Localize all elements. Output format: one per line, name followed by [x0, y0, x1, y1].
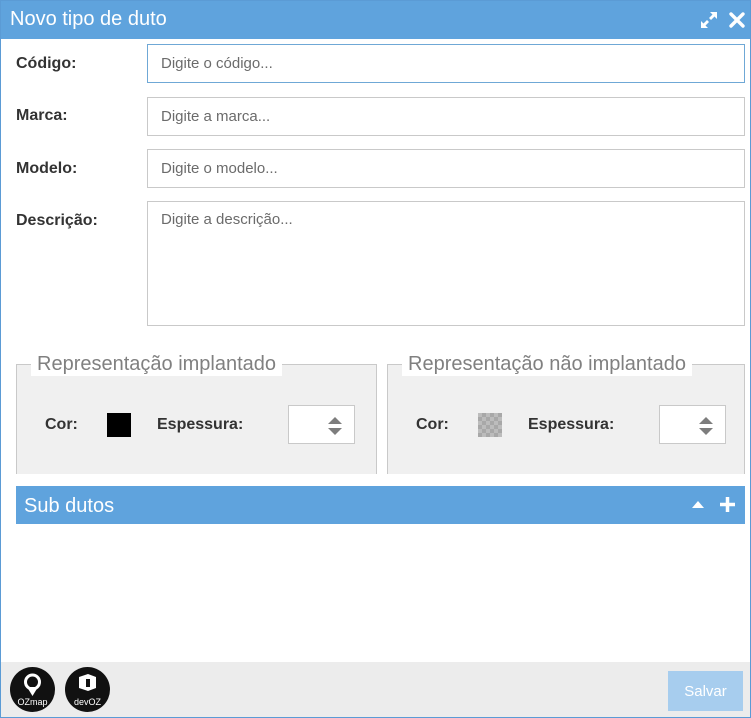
devoz-logo: devOZ	[65, 667, 110, 712]
codigo-label: Código:	[16, 55, 77, 72]
dialog-titlebar[interactable]: Novo tipo de duto	[1, 1, 750, 39]
representacao-implantado-group: Representação implantado Cor: Espessura:	[16, 353, 377, 474]
modelo-input[interactable]	[147, 149, 745, 188]
ozmap-logo: OZmap	[10, 667, 55, 712]
dialog-window: Novo tipo de duto Código: Marca: Modelo:…	[0, 0, 751, 718]
descricao-label: Descrição:	[16, 212, 98, 229]
plus-icon[interactable]	[719, 496, 736, 513]
nao-implantado-espessura-label: Espessura:	[528, 416, 615, 433]
representacao-implantado-legend: Representação implantado	[31, 353, 283, 376]
nao-implantado-color-swatch[interactable]	[478, 413, 502, 437]
dialog-title: Novo tipo de duto	[10, 8, 167, 30]
descricao-textarea[interactable]	[147, 201, 745, 326]
stepper-up-icon[interactable]	[699, 417, 713, 424]
maximize-icon[interactable]	[699, 10, 719, 30]
stepper-down-icon[interactable]	[699, 428, 713, 435]
implantado-cor-label: Cor:	[45, 416, 78, 433]
modelo-label: Modelo:	[16, 160, 78, 177]
sub-dutos-panel-header[interactable]: Sub dutos	[16, 486, 745, 524]
devoz-logo-text: devOZ	[73, 697, 101, 707]
stepper-down-icon[interactable]	[328, 428, 342, 435]
representacao-nao-implantado-legend: Representação não implantado	[402, 353, 692, 376]
close-icon[interactable]	[727, 10, 747, 30]
nao-implantado-espessura-stepper[interactable]	[659, 405, 726, 444]
sub-dutos-title: Sub dutos	[24, 495, 115, 517]
sub-dutos-list	[16, 524, 745, 662]
marca-input[interactable]	[147, 97, 745, 136]
representacao-nao-implantado-group: Representação não implantado Cor: Espess…	[387, 353, 745, 474]
implantado-espessura-label: Espessura:	[157, 416, 244, 433]
dialog-footer: OZmap devOZ Salvar	[1, 662, 750, 717]
caret-up-icon[interactable]	[692, 501, 704, 508]
stepper-up-icon[interactable]	[328, 417, 342, 424]
implantado-espessura-stepper[interactable]	[288, 405, 355, 444]
save-button[interactable]: Salvar	[668, 671, 743, 711]
marca-label: Marca:	[16, 107, 68, 124]
codigo-input[interactable]	[147, 44, 745, 83]
implantado-color-swatch[interactable]	[107, 413, 131, 437]
nao-implantado-cor-label: Cor:	[416, 416, 449, 433]
ozmap-logo-text: OZmap	[17, 697, 48, 707]
